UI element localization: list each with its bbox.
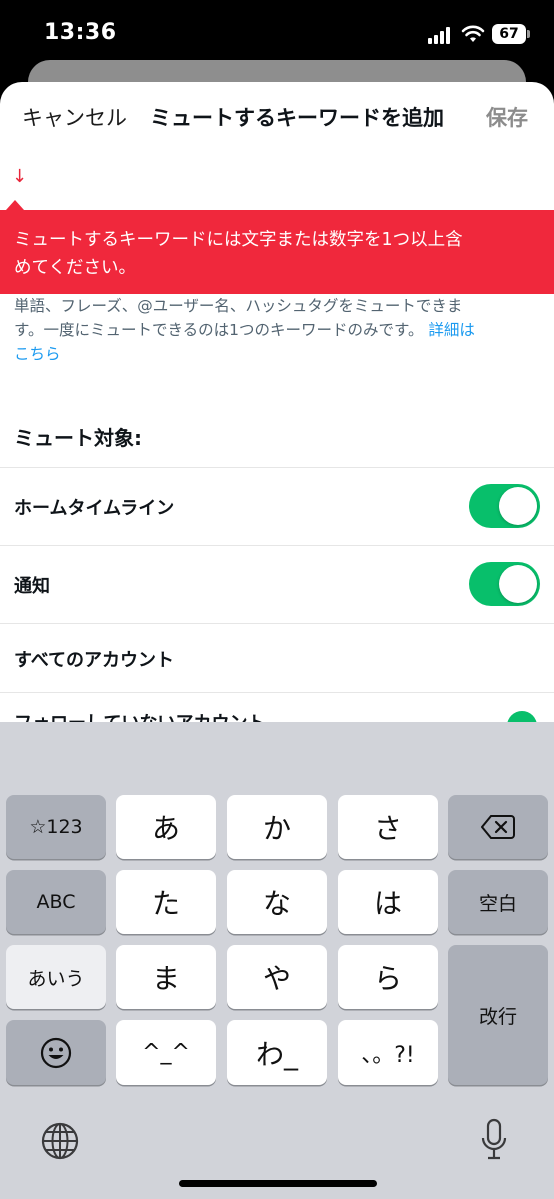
row-all-accounts[interactable]: すべてのアカウント: [0, 623, 554, 693]
delete-key[interactable]: [448, 795, 548, 859]
home-indicator: [179, 1180, 377, 1187]
learn-more-link-part2[interactable]: こちら: [14, 342, 542, 366]
not-following-label: フォローしていないアカウント: [14, 709, 265, 722]
cellular-signal-icon: [428, 26, 454, 44]
key-abc[interactable]: ABC: [6, 870, 106, 934]
description-text: 単語、フレーズ、@ユーザー名、ハッシュタグをミュートできま す。一度にミュートで…: [14, 294, 542, 366]
globe-icon[interactable]: [40, 1121, 80, 1161]
key-return[interactable]: 改行: [448, 945, 548, 1085]
down-arrow-icon: ↓: [12, 166, 28, 187]
toggle-knob: [499, 487, 537, 525]
key-symbols[interactable]: ☆123: [6, 795, 106, 859]
key-kana[interactable]: あいう: [6, 945, 106, 1009]
key-ha[interactable]: は: [338, 870, 438, 934]
key-wa[interactable]: わ_: [227, 1020, 327, 1085]
battery-tip: [527, 30, 530, 38]
key-na[interactable]: な: [227, 870, 327, 934]
key-ra[interactable]: ら: [338, 945, 438, 1009]
all-accounts-label: すべてのアカウント: [14, 650, 175, 671]
description-line1: 単語、フレーズ、@ユーザー名、ハッシュタグをミュートできま: [14, 297, 463, 315]
page-title: ミュートするキーワードを追加: [150, 106, 444, 130]
error-text-line2: めてください。: [14, 258, 136, 278]
error-banner: ミュートするキーワードには文字または数字を1つ以上含 めてください。: [0, 210, 554, 294]
key-ma[interactable]: ま: [116, 945, 216, 1009]
key-punctuation[interactable]: 、。?!: [338, 1020, 438, 1085]
key-sa[interactable]: さ: [338, 795, 438, 859]
toggle-knob: [499, 565, 537, 603]
row-home-timeline: ホームタイムライン: [0, 467, 554, 545]
description-line2: す。一度にミュートできるのは1つのキーワードのみです。 詳細は: [14, 318, 542, 342]
home-timeline-label: ホームタイムライン: [14, 498, 175, 519]
status-bar: 13:36 67: [0, 0, 554, 62]
notifications-label: 通知: [14, 576, 50, 597]
learn-more-link-part1[interactable]: 詳細は: [428, 321, 475, 339]
key-a[interactable]: あ: [116, 795, 216, 859]
battery-level: 67: [492, 24, 526, 44]
wifi-icon: [461, 25, 485, 42]
error-text-line1: ミュートするキーワードには文字または数字を1つ以上含: [14, 230, 463, 250]
emoji-key[interactable]: [6, 1020, 106, 1085]
emoji-icon: [40, 1037, 72, 1068]
cancel-button[interactable]: キャンセル: [22, 102, 127, 132]
notifications-toggle[interactable]: [469, 562, 540, 606]
mute-target-header: ミュート対象:: [14, 426, 142, 450]
not-following-toggle[interactable]: [507, 711, 537, 722]
home-timeline-toggle[interactable]: [469, 484, 540, 528]
key-ya[interactable]: や: [227, 945, 327, 1009]
delete-backspace-icon: [481, 815, 515, 839]
row-notifications: 通知: [0, 545, 554, 623]
key-space[interactable]: 空白: [448, 870, 548, 934]
nav-bar: キャンセル ミュートするキーワードを追加 保存: [0, 82, 554, 148]
key-ka[interactable]: か: [227, 795, 327, 859]
row-not-following[interactable]: フォローしていないアカウント: [0, 692, 554, 722]
save-button[interactable]: 保存: [486, 102, 528, 132]
microphone-icon[interactable]: [481, 1118, 507, 1162]
error-tooltip-caret: [6, 200, 24, 210]
keyword-input[interactable]: ↓: [0, 148, 554, 208]
key-ta[interactable]: た: [116, 870, 216, 934]
status-time: 13:36: [44, 20, 117, 45]
description-line2-text: す。一度にミュートできるのは1つのキーワードのみです。: [14, 321, 424, 339]
key-emoticon[interactable]: ^_^: [116, 1020, 216, 1085]
mute-keyword-sheet: キャンセル ミュートするキーワードを追加 保存 ↓ ミュートするキーワードには文…: [0, 82, 554, 722]
